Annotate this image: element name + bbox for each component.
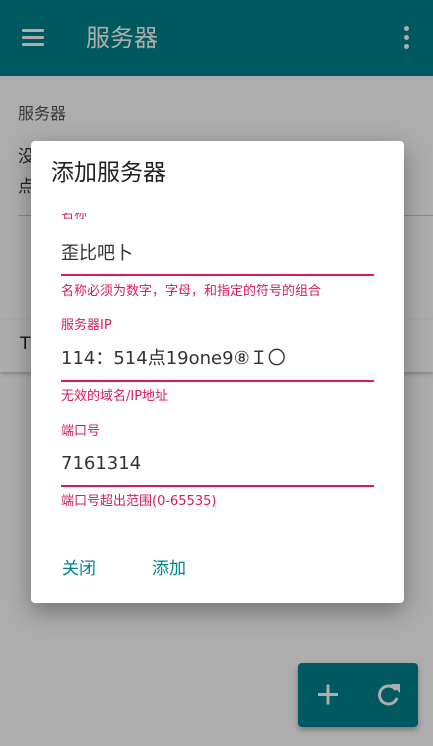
server-ip-field-underline xyxy=(61,380,374,382)
server-ip-input[interactable]: 114：514点19one9⑧Ｉ〇 xyxy=(61,346,286,372)
close-button[interactable]: 关闭 xyxy=(62,551,96,587)
name-field-underline xyxy=(61,274,374,276)
dialog-form: 名称 歪比吧卜 名称必须为数字，字母，和指定的符号的组合 服务器IP 114：5… xyxy=(31,213,404,513)
server-ip-field[interactable]: 服务器IP 114：514点19one9⑧Ｉ〇 无效的域名/IP地址 xyxy=(61,313,374,413)
dialog-title: 添加服务器 xyxy=(51,160,166,186)
dialog-actions: 关闭 添加 xyxy=(31,551,404,587)
server-ip-field-label: 服务器IP xyxy=(61,318,112,333)
add-server-dialog: 添加服务器 名称 歪比吧卜 名称必须为数字，字母，和指定的符号的组合 服务器IP… xyxy=(31,141,404,603)
port-field-underline xyxy=(61,485,374,487)
name-field-error: 名称必须为数字，字母，和指定的符号的组合 xyxy=(61,284,322,299)
port-field[interactable]: 端口号 7161314 端口号超出范围(0-65535) xyxy=(61,413,374,513)
port-field-label: 端口号 xyxy=(61,424,101,439)
name-field-label: 名称 xyxy=(61,213,88,222)
add-button[interactable]: 添加 xyxy=(152,551,186,587)
name-field[interactable]: 名称 歪比吧卜 名称必须为数字，字母，和指定的符号的组合 xyxy=(61,213,374,313)
server-ip-field-error: 无效的域名/IP地址 xyxy=(61,389,169,404)
port-field-error: 端口号超出范围(0-65535) xyxy=(61,494,217,509)
port-input[interactable]: 7161314 xyxy=(61,451,141,477)
name-input[interactable]: 歪比吧卜 xyxy=(61,241,133,267)
